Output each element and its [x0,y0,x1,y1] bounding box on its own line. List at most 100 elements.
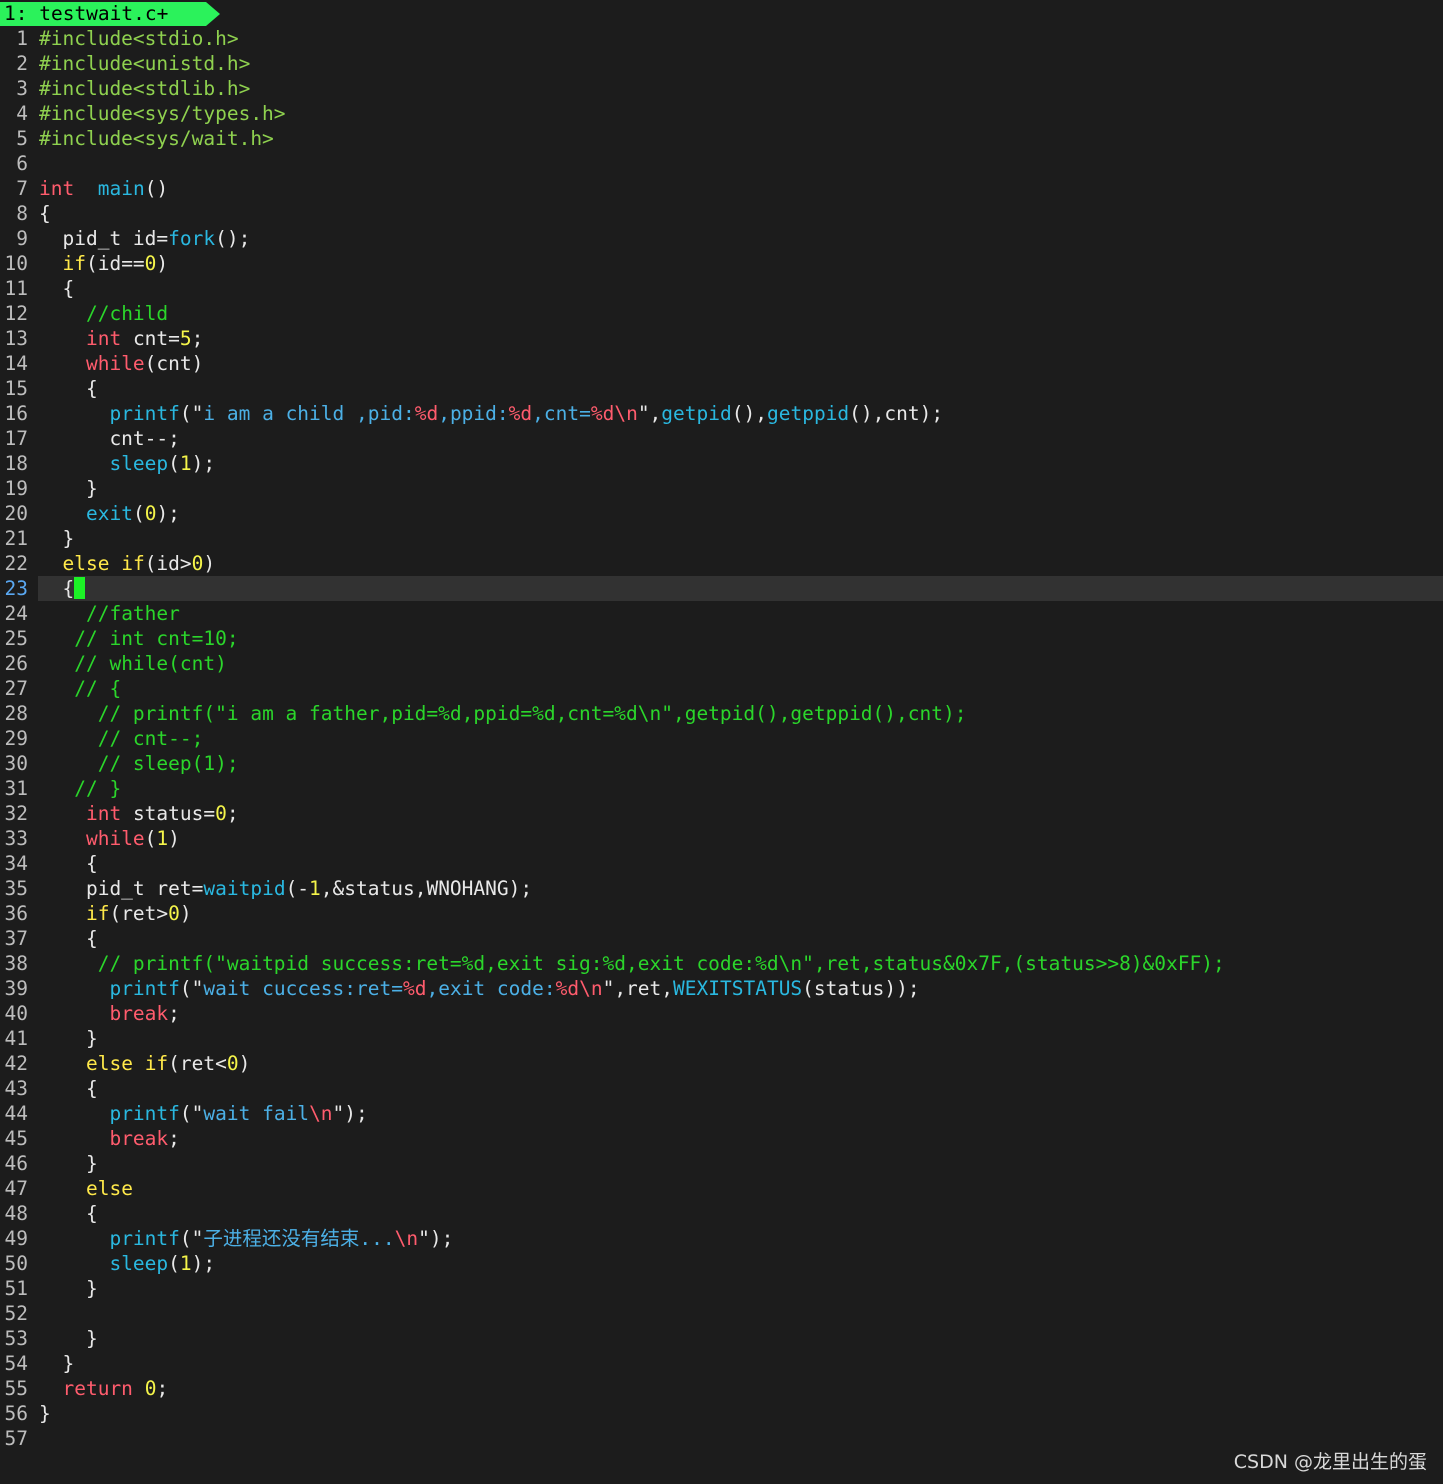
line-text: // sleep(1); [39,751,239,776]
code-line[interactable]: 19 } [0,476,1443,501]
line-text: break; [39,1001,179,1026]
code-line[interactable]: 11 { [0,276,1443,301]
code-line[interactable]: 30 // sleep(1); [0,751,1443,776]
code-line[interactable]: 17 cnt--; [0,426,1443,451]
code-token: // printf("waitpid success:ret=%d,exit s… [97,952,1225,975]
code-line[interactable]: 2 #include<unistd.h> [0,51,1443,76]
code-line[interactable]: 23 { [0,576,1443,601]
code-line[interactable]: 46 } [0,1151,1443,1176]
code-line[interactable]: 57 [0,1426,1443,1451]
code-line[interactable]: 47 else [0,1176,1443,1201]
line-number: 41 [4,1027,28,1050]
code-line[interactable]: 32 int status=0; [0,801,1443,826]
code-line[interactable]: 5 #include<sys/wait.h> [0,126,1443,151]
tab-testwait-c[interactable]: 1: testwait.c+ [0,2,220,26]
line-number: 49 [4,1227,28,1250]
code-line[interactable]: 28 // printf("i am a father,pid=%d,ppid=… [0,701,1443,726]
line-number: 54 [4,1352,28,1375]
code-line[interactable]: 13 int cnt=5; [0,326,1443,351]
code-token: { [39,202,51,225]
code-token: 子进程还没有结束... [203,1227,395,1250]
line-text: // { [39,676,121,701]
code-line[interactable]: 26 // while(cnt) [0,651,1443,676]
code-line[interactable]: 3 #include<stdlib.h> [0,76,1443,101]
code-editor[interactable]: 1 #include<stdio.h> 2 #include<unistd.h> 3 #i… [0,26,1443,1451]
code-line[interactable]: 12 //child [0,301,1443,326]
line-number: 5 [16,127,28,150]
code-line[interactable]: 51 } [0,1276,1443,1301]
code-line[interactable]: 25 // int cnt=10; [0,626,1443,651]
code-line[interactable]: 37 { [0,926,1443,951]
code-line[interactable]: 20 exit(0); [0,501,1443,526]
code-line[interactable]: 45 break; [0,1126,1443,1151]
code-token: ; [226,802,239,825]
code-line[interactable]: 33 while(1) [0,826,1443,851]
code-line[interactable]: 8{ [0,201,1443,226]
code-line[interactable]: 48 { [0,1201,1443,1226]
code-line[interactable]: 39 printf("wait cuccess:ret=%d,exit code… [0,976,1443,1001]
code-token: "); [332,1102,368,1125]
code-line[interactable]: 18 sleep(1); [0,451,1443,476]
code-line[interactable]: 34 { [0,851,1443,876]
code-line[interactable]: 42 else if(ret<0) [0,1051,1443,1076]
code-line[interactable]: 21 } [0,526,1443,551]
code-line[interactable]: 16 printf("i am a child ,pid:%d,ppid:%d,… [0,401,1443,426]
code-line[interactable]: 29 // cnt--; [0,726,1443,751]
code-line[interactable]: 24 //father [0,601,1443,626]
line-number: 50 [4,1252,28,1275]
code-line[interactable]: 54 } [0,1351,1443,1376]
code-line[interactable]: 44 printf("wait fail\n"); [0,1101,1443,1126]
line-number: 53 [4,1327,28,1350]
code-line[interactable]: 4 #include<sys/types.h> [0,101,1443,126]
line-number: 13 [4,327,28,350]
code-line[interactable]: 15 { [0,376,1443,401]
line-text: else if(id>0) [39,551,215,576]
code-token: while [85,827,145,850]
code-token: ); [156,502,180,525]
code-line[interactable]: 7 int main() [0,176,1443,201]
code-line[interactable]: 43 { [0,1076,1443,1101]
code-line[interactable]: 56} [0,1401,1443,1426]
code-line[interactable]: 36 if(ret>0) [0,901,1443,926]
code-line[interactable]: 6 [0,151,1443,176]
code-line[interactable]: 53 } [0,1326,1443,1351]
code-line[interactable]: 40 break; [0,1001,1443,1026]
code-line[interactable]: 41 } [0,1026,1443,1051]
code-token: 0 [215,802,227,825]
code-line[interactable]: 1 #include<stdio.h> [0,26,1443,51]
code-token: } [39,1277,98,1300]
line-number: 36 [4,902,28,925]
code-line[interactable]: 14 while(cnt) [0,351,1443,376]
line-number: 38 [4,952,28,975]
line-text: while(1) [39,826,180,851]
code-line[interactable]: 22 else if(id>0) [0,551,1443,576]
code-line[interactable]: 31 // } [0,776,1443,801]
code-line[interactable]: 27 // { [0,676,1443,701]
code-token: } [39,1152,98,1175]
code-line[interactable]: 50 sleep(1); [0,1251,1443,1276]
code-line[interactable]: 38 // printf("waitpid success:ret=%d,exi… [0,951,1443,976]
code-line[interactable]: 35 pid_t ret=waitpid(-1,&status,WNOHANG)… [0,876,1443,901]
line-text: } [39,1351,74,1376]
code-token: exit [85,502,133,525]
line-number: 14 [4,352,28,375]
code-line[interactable]: 49 printf("子进程还没有结束...\n"); [0,1226,1443,1251]
code-line[interactable]: 55 return 0; [0,1376,1443,1401]
line-number: 8 [16,202,28,225]
line-number: 11 [4,277,28,300]
code-token: // while(cnt) [74,652,227,675]
code-token: if [121,552,145,575]
code-line[interactable]: 52 [0,1301,1443,1326]
code-line[interactable]: 10 if(id==0) [0,251,1443,276]
code-line[interactable]: 9 pid_t id=fork(); [0,226,1443,251]
code-token: %d [414,402,439,425]
code-token: (id> [144,552,192,575]
